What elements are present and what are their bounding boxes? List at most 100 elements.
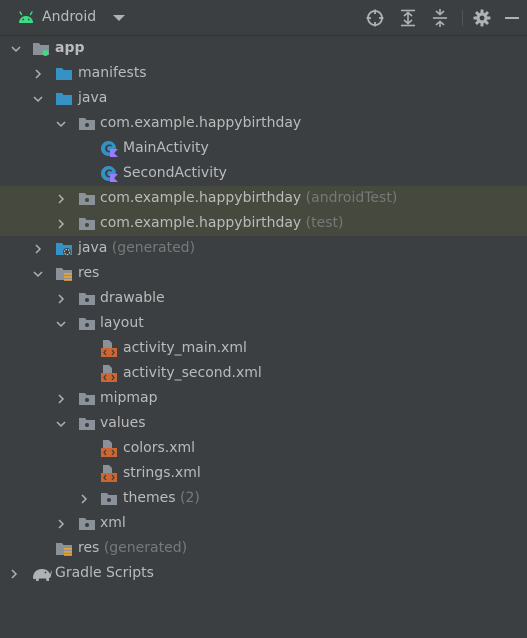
folder-hint: (generated) [103,540,188,556]
tree-row-xml[interactable]: xml [0,511,527,536]
tree-row-colors-xml[interactable]: colors.xml [0,436,527,461]
tree-row-package-test[interactable]: com.example.happybirthday (test) [0,211,527,236]
chevron-right-icon[interactable] [55,518,67,530]
tree-row-package-main[interactable]: com.example.happybirthday [0,111,527,136]
view-selector-label[interactable]: Android [42,9,96,25]
xml-file-icon [101,340,117,357]
xml-file-icon [101,465,117,482]
tree-row-app[interactable]: app [0,36,527,61]
gradle-elephant-icon [33,569,52,581]
tree-row-second-activity[interactable]: C SecondActivity [0,161,527,186]
tree-row-gradle-scripts[interactable]: Gradle Scripts [0,561,527,586]
gear-icon[interactable] [472,8,492,28]
chevron-down-icon[interactable] [32,268,44,280]
dropdown-arrow-icon[interactable] [113,15,125,21]
tree-row-themes[interactable]: themes (2) [0,486,527,511]
folder-name: themes [123,490,176,506]
folder-name: res [78,540,100,556]
tree-label: com.example.happybirthday (androidTest) [100,190,397,206]
chevron-down-icon[interactable] [55,118,67,130]
kotlin-class-icon: C [101,166,118,182]
tree-row-layout[interactable]: layout [0,311,527,336]
tree-row-activity-second-xml[interactable]: activity_second.xml [0,361,527,386]
chevron-right-icon[interactable] [32,68,44,80]
folder-icon [79,318,95,330]
package-icon [79,193,95,205]
package-name: com.example.happybirthday [100,190,302,206]
folder-icon [79,518,95,530]
tree-label: res [78,265,100,281]
chevron-right-icon[interactable] [55,293,67,305]
chevron-right-icon[interactable] [32,243,44,255]
tree-row-mipmap[interactable]: mipmap [0,386,527,411]
chevron-right-icon[interactable] [78,493,90,505]
folder-hint: (generated) [111,240,196,256]
tree-label: mipmap [100,390,158,406]
chevron-down-icon[interactable] [10,43,22,55]
tree-label: java [78,90,108,106]
tree-row-manifests[interactable]: manifests [0,61,527,86]
folder-icon [101,493,117,505]
tree-row-res-generated[interactable]: res (generated) [0,536,527,561]
tree-label: activity_second.xml [123,365,262,381]
folder-name: java [78,240,108,256]
tree-row-java-generated[interactable]: java (generated) [0,236,527,261]
tree-label: xml [100,515,126,531]
folder-icon [56,68,72,80]
chevron-down-icon[interactable] [32,93,44,105]
folder-icon [79,418,95,430]
chevron-right-icon[interactable] [55,393,67,405]
chevron-right-icon[interactable] [8,568,20,580]
tree-label: themes (2) [123,490,200,506]
tree-label: com.example.happybirthday (test) [100,215,343,231]
module-folder-icon [33,43,49,56]
chevron-right-icon[interactable] [55,218,67,230]
tree-row-drawable[interactable]: drawable [0,286,527,311]
tree-label: colors.xml [123,440,196,456]
toolbar-separator [462,10,463,26]
generated-folder-icon [56,243,72,256]
tree-label: java (generated) [78,240,195,256]
package-hint: (test) [305,215,344,231]
chevron-down-icon[interactable] [55,318,67,330]
resource-folder-icon [56,543,72,556]
xml-file-icon [101,440,117,457]
hide-icon[interactable] [502,8,522,28]
tree-label: strings.xml [123,465,201,481]
tree-label: com.example.happybirthday [100,115,302,131]
tree-row-values[interactable]: values [0,411,527,436]
resource-folder-icon [56,268,72,281]
tree-label: layout [100,315,144,331]
tree-row-activity-main-xml[interactable]: activity_main.xml [0,336,527,361]
tree-row-main-activity[interactable]: C MainActivity [0,136,527,161]
kotlin-class-icon: C [101,141,118,157]
folder-icon [79,293,95,305]
tree-label: drawable [100,290,165,306]
tree-label: activity_main.xml [123,340,247,356]
tree-row-package-android-test[interactable]: com.example.happybirthday (androidTest) [0,186,527,211]
package-hint: (androidTest) [305,190,398,206]
folder-icon [79,393,95,405]
folder-icon [56,93,72,105]
folder-hint: (2) [179,490,200,506]
tree-label: SecondActivity [123,165,227,181]
tree-row-res[interactable]: res [0,261,527,286]
tree-label: Gradle Scripts [55,565,154,581]
chevron-right-icon[interactable] [55,193,67,205]
tree-label: app [55,40,85,56]
expand-all-icon[interactable] [398,8,418,28]
tree-row-strings-xml[interactable]: strings.xml [0,461,527,486]
tree-label: manifests [78,65,147,81]
android-icon [19,11,33,23]
tree-label: MainActivity [123,140,209,156]
collapse-all-icon[interactable] [430,8,450,28]
package-icon [79,118,95,130]
chevron-down-icon[interactable] [55,418,67,430]
tree-row-java[interactable]: java [0,86,527,111]
package-name: com.example.happybirthday [100,215,302,231]
xml-file-icon [101,365,117,382]
locate-icon[interactable] [365,8,385,28]
tree-label: res (generated) [78,540,187,556]
package-icon [79,218,95,230]
project-toolbar: Android [0,0,527,36]
